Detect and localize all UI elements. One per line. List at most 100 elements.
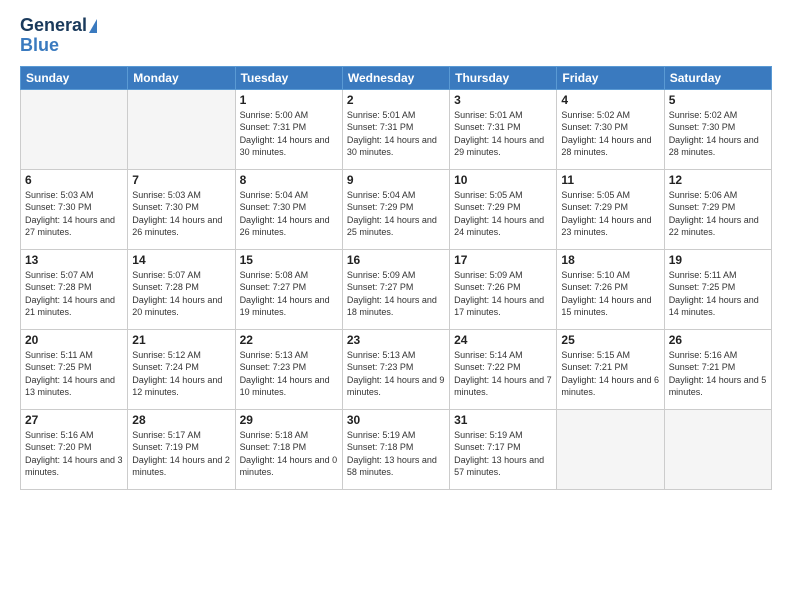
- calendar-week-3: 13Sunrise: 5:07 AMSunset: 7:28 PMDayligh…: [21, 249, 772, 329]
- day-number: 17: [454, 253, 552, 267]
- calendar-cell: 31Sunrise: 5:19 AMSunset: 7:17 PMDayligh…: [450, 409, 557, 489]
- cell-text: Sunset: 7:23 PM: [347, 361, 445, 374]
- day-number: 16: [347, 253, 445, 267]
- cell-text: Daylight: 14 hours and 6 minutes.: [561, 374, 659, 399]
- cell-text: Daylight: 14 hours and 24 minutes.: [454, 214, 552, 239]
- calendar-cell: 7Sunrise: 5:03 AMSunset: 7:30 PMDaylight…: [128, 169, 235, 249]
- calendar-header-row: SundayMondayTuesdayWednesdayThursdayFrid…: [21, 66, 772, 89]
- day-number: 7: [132, 173, 230, 187]
- cell-text: Sunset: 7:22 PM: [454, 361, 552, 374]
- day-number: 11: [561, 173, 659, 187]
- calendar-cell: [557, 409, 664, 489]
- cell-text: Sunset: 7:30 PM: [561, 121, 659, 134]
- calendar-cell: 1Sunrise: 5:00 AMSunset: 7:31 PMDaylight…: [235, 89, 342, 169]
- calendar-cell: 13Sunrise: 5:07 AMSunset: 7:28 PMDayligh…: [21, 249, 128, 329]
- cell-text: Daylight: 14 hours and 28 minutes.: [561, 134, 659, 159]
- cell-text: Sunrise: 5:00 AM: [240, 109, 338, 122]
- calendar-cell: 19Sunrise: 5:11 AMSunset: 7:25 PMDayligh…: [664, 249, 771, 329]
- cell-text: Daylight: 14 hours and 3 minutes.: [25, 454, 123, 479]
- calendar-cell: 27Sunrise: 5:16 AMSunset: 7:20 PMDayligh…: [21, 409, 128, 489]
- calendar-cell: 5 Sunrise: 5:02 AMSunset: 7:30 PMDaylight…: [664, 89, 771, 169]
- logo-blue: Blue: [20, 36, 59, 56]
- cell-text: Daylight: 14 hours and 20 minutes.: [132, 294, 230, 319]
- day-number: 4: [561, 93, 659, 107]
- cell-text: Daylight: 14 hours and 26 minutes.: [240, 214, 338, 239]
- cell-text: Daylight: 14 hours and 10 minutes.: [240, 374, 338, 399]
- cell-text: Daylight: 14 hours and 7 minutes.: [454, 374, 552, 399]
- cell-text: Sunrise: 5:04 AM: [347, 189, 445, 202]
- cell-text: Daylight: 14 hours and 14 minutes.: [669, 294, 767, 319]
- cell-text: Sunset: 7:30 PM: [669, 121, 767, 134]
- cell-text: Sunrise: 5:06 AM: [669, 189, 767, 202]
- cell-text: Daylight: 14 hours and 19 minutes.: [240, 294, 338, 319]
- cell-text: Sunrise: 5:16 AM: [25, 429, 123, 442]
- cell-text: Sunset: 7:28 PM: [25, 281, 123, 294]
- weekday-header-tuesday: Tuesday: [235, 66, 342, 89]
- calendar-cell: 23Sunrise: 5:13 AMSunset: 7:23 PMDayligh…: [342, 329, 449, 409]
- day-number: 5: [669, 93, 767, 107]
- cell-text: Sunset: 7:28 PM: [132, 281, 230, 294]
- calendar-cell: [21, 89, 128, 169]
- cell-text: Daylight: 14 hours and 12 minutes.: [132, 374, 230, 399]
- cell-text: Daylight: 14 hours and 15 minutes.: [561, 294, 659, 319]
- day-number: 23: [347, 333, 445, 347]
- day-number: 1: [240, 93, 338, 107]
- cell-text: Daylight: 14 hours and 22 minutes.: [669, 214, 767, 239]
- day-number: 10: [454, 173, 552, 187]
- cell-text: Sunset: 7:20 PM: [25, 441, 123, 454]
- cell-text: Sunrise: 5:02 AM: [669, 109, 767, 122]
- cell-text: Sunrise: 5:05 AM: [454, 189, 552, 202]
- calendar-cell: [664, 409, 771, 489]
- day-number: 25: [561, 333, 659, 347]
- cell-text: Sunrise: 5:19 AM: [347, 429, 445, 442]
- day-number: 18: [561, 253, 659, 267]
- cell-text: Daylight: 14 hours and 0 minutes.: [240, 454, 338, 479]
- cell-text: Daylight: 14 hours and 9 minutes.: [347, 374, 445, 399]
- calendar-cell: 30Sunrise: 5:19 AMSunset: 7:18 PMDayligh…: [342, 409, 449, 489]
- day-number: 8: [240, 173, 338, 187]
- cell-text: Sunset: 7:29 PM: [561, 201, 659, 214]
- calendar-cell: 22Sunrise: 5:13 AMSunset: 7:23 PMDayligh…: [235, 329, 342, 409]
- cell-text: Sunrise: 5:16 AM: [669, 349, 767, 362]
- calendar-cell: 21Sunrise: 5:12 AMSunset: 7:24 PMDayligh…: [128, 329, 235, 409]
- cell-text: Sunrise: 5:18 AM: [240, 429, 338, 442]
- logo: General Blue: [20, 16, 97, 56]
- calendar-cell: 12Sunrise: 5:06 AMSunset: 7:29 PMDayligh…: [664, 169, 771, 249]
- calendar-cell: 10Sunrise: 5:05 AMSunset: 7:29 PMDayligh…: [450, 169, 557, 249]
- calendar-cell: 15Sunrise: 5:08 AMSunset: 7:27 PMDayligh…: [235, 249, 342, 329]
- day-number: 3: [454, 93, 552, 107]
- cell-text: Sunrise: 5:09 AM: [347, 269, 445, 282]
- cell-text: Sunrise: 5:07 AM: [25, 269, 123, 282]
- cell-text: Sunrise: 5:11 AM: [669, 269, 767, 282]
- page: General Blue SundayMondayTuesdayWednesda…: [0, 0, 792, 612]
- calendar-cell: [128, 89, 235, 169]
- cell-text: Sunrise: 5:04 AM: [240, 189, 338, 202]
- cell-text: Sunset: 7:23 PM: [240, 361, 338, 374]
- cell-text: Sunset: 7:17 PM: [454, 441, 552, 454]
- day-number: 21: [132, 333, 230, 347]
- cell-text: Daylight: 14 hours and 28 minutes.: [669, 134, 767, 159]
- day-number: 13: [25, 253, 123, 267]
- cell-text: Sunset: 7:26 PM: [454, 281, 552, 294]
- day-number: 22: [240, 333, 338, 347]
- cell-text: Daylight: 14 hours and 29 minutes.: [454, 134, 552, 159]
- cell-text: Daylight: 13 hours and 58 minutes.: [347, 454, 445, 479]
- day-number: 6: [25, 173, 123, 187]
- calendar-cell: 9Sunrise: 5:04 AMSunset: 7:29 PMDaylight…: [342, 169, 449, 249]
- cell-text: Daylight: 14 hours and 25 minutes.: [347, 214, 445, 239]
- calendar-week-5: 27Sunrise: 5:16 AMSunset: 7:20 PMDayligh…: [21, 409, 772, 489]
- calendar-cell: 17Sunrise: 5:09 AMSunset: 7:26 PMDayligh…: [450, 249, 557, 329]
- cell-text: Sunset: 7:29 PM: [669, 201, 767, 214]
- cell-text: Sunrise: 5:05 AM: [561, 189, 659, 202]
- calendar-cell: 4Sunrise: 5:02 AMSunset: 7:30 PMDaylight…: [557, 89, 664, 169]
- calendar-cell: 20Sunrise: 5:11 AMSunset: 7:25 PMDayligh…: [21, 329, 128, 409]
- cell-text: Sunrise: 5:08 AM: [240, 269, 338, 282]
- cell-text: Daylight: 13 hours and 57 minutes.: [454, 454, 552, 479]
- day-number: 31: [454, 413, 552, 427]
- cell-text: Sunrise: 5:09 AM: [454, 269, 552, 282]
- cell-text: Sunrise: 5:12 AM: [132, 349, 230, 362]
- cell-text: Sunset: 7:21 PM: [561, 361, 659, 374]
- cell-text: Sunset: 7:25 PM: [25, 361, 123, 374]
- cell-text: Sunrise: 5:11 AM: [25, 349, 123, 362]
- day-number: 24: [454, 333, 552, 347]
